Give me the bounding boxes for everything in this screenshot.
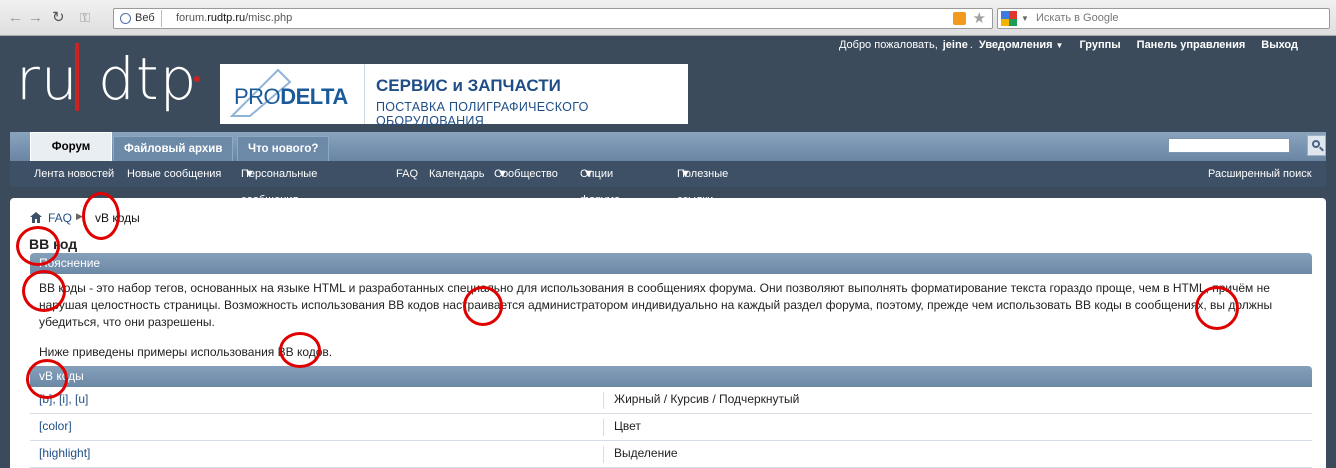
url-prefix: forum. [176, 12, 208, 24]
reload-icon[interactable]: ↻ [52, 9, 65, 27]
forum-search-button[interactable] [1307, 135, 1326, 156]
prodelta-pro: PRO [234, 84, 281, 109]
subnav-news-feed[interactable]: Лента новостей [34, 161, 114, 187]
globe-icon [120, 13, 131, 24]
site-header: ru dtp PRODELTA СЕРВИС и ЗАПЧАСТИ ПОСТАВ… [10, 36, 1326, 132]
examples-note: Ниже приведены примеры использования BB … [39, 345, 333, 359]
caret-down-icon: ▼ [244, 168, 255, 180]
main-content: FAQ ▶ vB коды BB код Пояснение BB коды -… [10, 198, 1326, 468]
subnav-faq[interactable]: FAQ [396, 161, 418, 187]
annotation-circle [22, 270, 66, 312]
search-placeholder: Искать в Google [1036, 12, 1119, 24]
back-arrow-icon[interactable]: ← [8, 9, 23, 27]
annotation-circle [16, 226, 60, 266]
chevron-down-icon[interactable]: ▼ [1021, 9, 1029, 28]
subnav-calendar[interactable]: Календарь [429, 161, 485, 187]
home-icon[interactable] [30, 212, 42, 223]
tab-file-archive[interactable]: Файловый архив [113, 136, 234, 161]
explanation-text: BB коды - это набор тегов, основанных на… [39, 281, 1273, 329]
logo-dot [194, 76, 200, 82]
annotation-circle [1195, 286, 1239, 330]
vb-codes-header: vB коды [30, 366, 1312, 387]
tab-whats-new[interactable]: Что нового? [237, 136, 330, 161]
banner-line1: СЕРВИС и ЗАПЧАСТИ [376, 76, 561, 95]
control-panel-link[interactable]: Панель управления [1137, 39, 1246, 55]
forum-search-input[interactable] [1168, 138, 1290, 153]
url-path: /misc.php [245, 12, 293, 24]
code-description: Жирный / Курсив / Подчеркнутый [603, 392, 799, 409]
nav-tabs: Форум Файловый архив Что нового? [10, 132, 1326, 161]
notifications-label: Уведомления [978, 39, 1053, 51]
caret-down-icon: ▼ [680, 168, 691, 180]
logout-link[interactable]: Выход [1261, 39, 1298, 55]
table-row: [b], [i], [u] Жирный / Курсив / Подчеркн… [30, 387, 1312, 414]
annotation-circle [82, 192, 120, 240]
code-description: Выделение [603, 446, 678, 463]
web-chip[interactable]: Веб [116, 10, 162, 27]
explanation-header: Пояснение [30, 253, 1312, 274]
code-link[interactable]: [color] [39, 419, 72, 433]
sub-navigation: Лента новостей Новые сообщения Персональ… [10, 161, 1326, 206]
caret-down-icon: ▼ [497, 168, 508, 180]
web-chip-label: Веб [135, 12, 155, 24]
annotation-circle [279, 332, 321, 368]
logo-bar [75, 43, 79, 111]
subnav-new-posts[interactable]: Новые сообщения [127, 161, 221, 187]
separator: . [969, 39, 973, 51]
site: ru dtp PRODELTA СЕРВИС и ЗАПЧАСТИ ПОСТАВ… [0, 36, 1336, 468]
prodelta-delta: DELTA [280, 84, 348, 109]
browser-toolbar: ← → ↻ ⚿ Веб forum.rudtp.ru/misc.php ★ ▼ … [0, 0, 1336, 36]
breadcrumb-faq[interactable]: FAQ [48, 210, 72, 226]
browser-search-box[interactable]: ▼ Искать в Google [997, 8, 1330, 29]
logo-text: ru dtp [16, 45, 198, 113]
table-row: [color] Цвет [30, 414, 1312, 441]
caret-down-icon: ▼ [583, 168, 594, 180]
rss-icon[interactable] [953, 12, 966, 25]
search-icon-handle [1319, 146, 1324, 152]
prodelta-logo: PRODELTA [220, 64, 365, 124]
key-icon[interactable]: ⚿ [80, 9, 90, 27]
site-logo[interactable]: ru dtp [16, 39, 206, 119]
prodelta-text: PRODELTA [234, 84, 348, 110]
groups-link[interactable]: Группы [1079, 39, 1120, 55]
annotation-circle [26, 359, 68, 399]
code-description: Цвет [603, 419, 641, 436]
welcome-text: Добро пожаловать, [838, 39, 938, 51]
google-icon[interactable] [1001, 11, 1017, 26]
advanced-search-link[interactable]: Расширенный поиск [1208, 161, 1312, 187]
notifications-link[interactable]: Уведомления ▼ [979, 39, 1064, 55]
forward-arrow-icon[interactable]: → [28, 9, 43, 27]
user-bar: Добро пожаловать, jeine . Уведомления ▼ Г… [839, 39, 1298, 55]
star-icon[interactable]: ★ [973, 9, 986, 28]
annotation-circle [463, 286, 503, 326]
url-domain: rudtp.ru [207, 12, 246, 24]
code-link[interactable]: [highlight] [39, 446, 90, 460]
tab-forum[interactable]: Форум [30, 132, 112, 161]
caret-down-icon: ▼ [1055, 41, 1064, 50]
prodelta-banner[interactable]: PRODELTA СЕРВИС и ЗАПЧАСТИ ПОСТАВКА ПОЛИ… [220, 64, 688, 128]
url-text[interactable]: forum.rudtp.ru/misc.php [176, 9, 292, 28]
address-bar[interactable]: Веб forum.rudtp.ru/misc.php ★ [113, 8, 993, 29]
table-row: [highlight] Выделение [30, 441, 1312, 468]
banner-line2: ПОСТАВКА ПОЛИГРАФИЧЕСКОГО ОБОРУДОВАНИЯ [376, 100, 589, 128]
username-link[interactable]: jeine [943, 39, 968, 55]
